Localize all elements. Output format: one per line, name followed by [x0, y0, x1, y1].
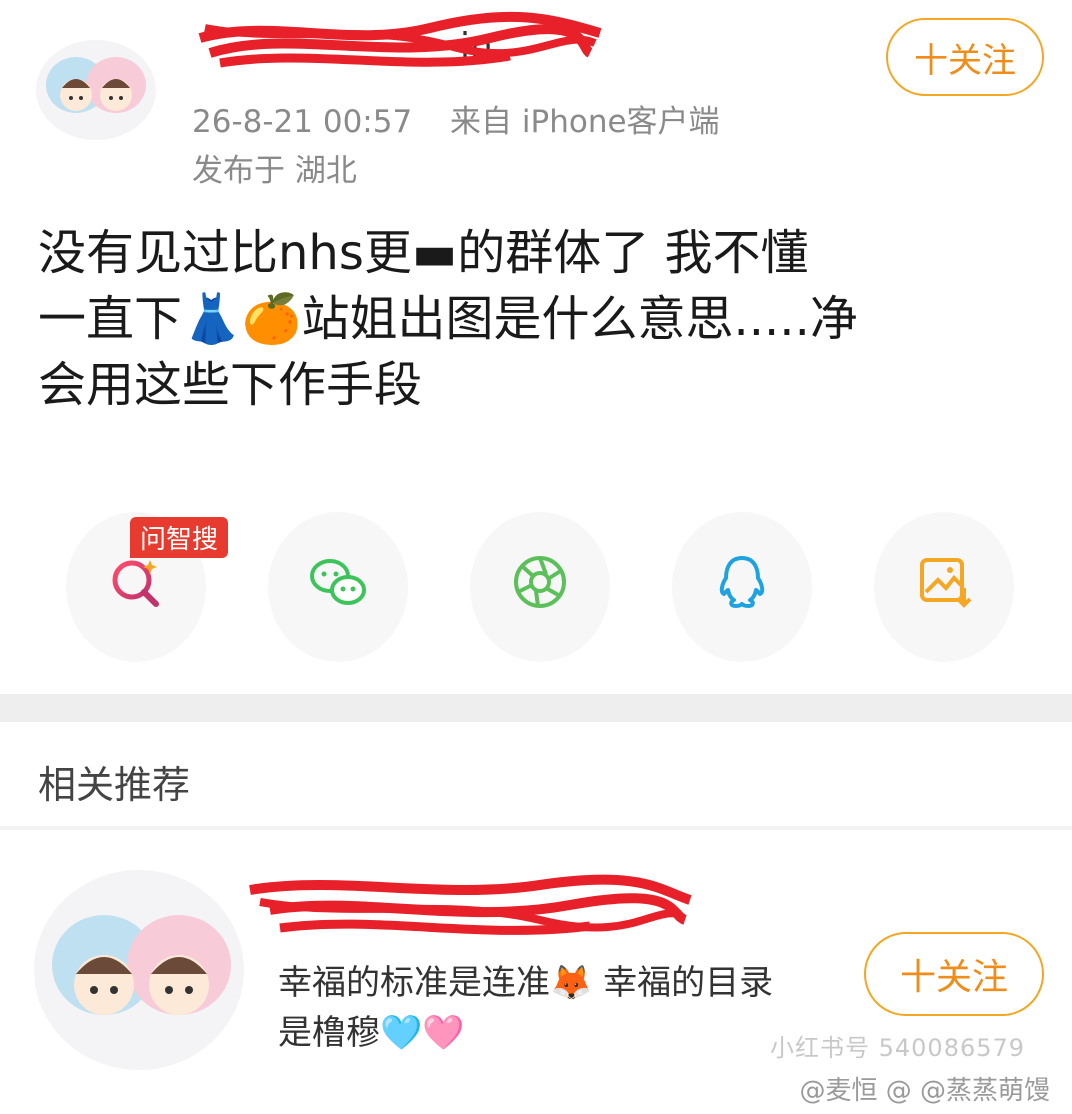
post-content: 没有见过比nhs更▬的群体了 我不懂 一直下👗🍊站姐出图是什么意思.....净 … [38, 220, 1048, 418]
search-ai-icon [112, 560, 159, 607]
section-divider [0, 694, 1072, 722]
wechat-icon [310, 559, 366, 605]
post-content-line: 会用这些下作手段 [38, 357, 423, 413]
bio-line: 幸福的标准是连准🦊 幸福的目录 [278, 963, 774, 1003]
follow-button[interactable]: 十关注 [886, 18, 1044, 96]
wechat-share-button[interactable] [268, 512, 408, 662]
avatar[interactable] [36, 40, 156, 140]
watermark-text: 小红书号 540086579 [770, 1034, 1026, 1062]
post-content-line: 没有见过比nhs更▬的群体了 我不懂 [38, 225, 809, 281]
qq-icon [719, 556, 765, 608]
related-avatar[interactable] [34, 870, 244, 1070]
post-source: 来自 iPhone客户端 [450, 104, 720, 140]
ai-search-badge: 问智搜 [130, 517, 229, 558]
moments-icon [514, 556, 566, 608]
moments-share-button[interactable] [470, 512, 610, 662]
post-card: in 26-8-21 00:57 来自 iPhone客户端 发布于 湖北 十关注… [0, 0, 1072, 690]
post-content-line: 一直下👗🍊站姐出图是什么意思.....净 [38, 291, 858, 347]
bio-line: 是橹穆🩵🩷 [278, 1013, 465, 1053]
section-separator [0, 826, 1072, 830]
post-location: 发布于 湖北 [192, 153, 357, 189]
post-timestamp: 26-8-21 00:57 [192, 104, 413, 140]
related-follow-button[interactable]: 十关注 [864, 932, 1044, 1016]
watermark-credit: @麦恒 @ @蒸蒸萌馒 [799, 1076, 1050, 1106]
save-image-icon [920, 558, 972, 608]
related-username-redaction-scribble [249, 874, 692, 935]
post-meta: 26-8-21 00:57 来自 iPhone客户端 [192, 96, 720, 141]
related-user-bio: 幸福的标准是连准🦊 幸福的目录 是橹穆🩵🩷 [278, 958, 838, 1058]
save-image-button[interactable] [874, 512, 1014, 662]
qq-share-button[interactable] [672, 512, 812, 662]
username-redaction-scribble [198, 11, 602, 68]
related-section-title: 相关推荐 [38, 763, 191, 807]
